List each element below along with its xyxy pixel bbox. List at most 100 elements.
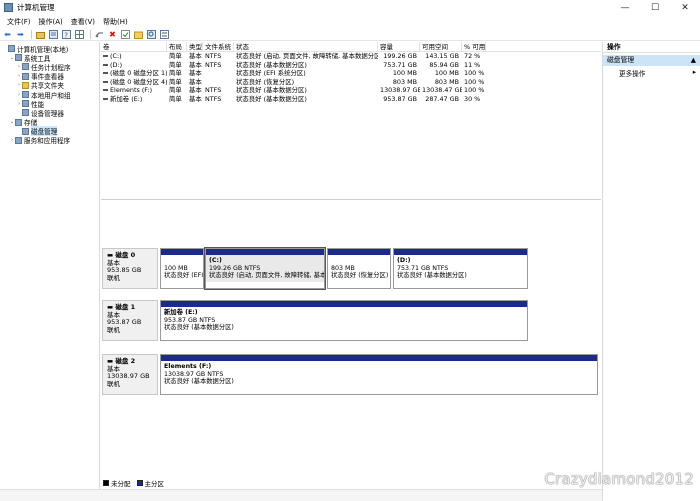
more-actions-label: 更多操作 [619, 70, 646, 78]
disk-label[interactable]: ▬ 磁盘 1 基本 953.87 GB 联机 [102, 300, 158, 341]
menu-help[interactable]: 帮助(H) [99, 17, 132, 27]
table-row[interactable]: (D:) 简单 基本 NTFS 状态良好 (基本数据分区) 753.71 GB 85.94 … [101, 61, 601, 70]
partition[interactable]: 803 MB 状态良好 (恢复分区) [327, 248, 391, 289]
cell-layout: 简单 [169, 69, 182, 78]
list-icon[interactable] [159, 29, 170, 40]
cell-volume: (磁盘 0 磁盘分区 4) [101, 78, 167, 87]
search-icon[interactable] [146, 29, 157, 40]
disk-name: 磁盘 1 [115, 303, 136, 311]
partition[interactable]: Elements (F:) 13038.97 GB NTFS 状态良好 (基本数… [160, 354, 598, 395]
svg-text:?: ? [64, 31, 68, 39]
disk-name: 磁盘 0 [115, 251, 136, 259]
column-header-capacity[interactable]: 容量 [378, 42, 420, 51]
cell-type: 基本 [189, 60, 202, 69]
check-icon[interactable] [120, 29, 131, 40]
actions-section-label: 磁盘管理 [607, 56, 635, 64]
disk-label[interactable]: ▬ 磁盘 0 基本 953.85 GB 联机 [102, 248, 158, 289]
cell-percent-free: 100 % [464, 69, 485, 78]
table-row[interactable]: 新加卷 (E:) 简单 基本 NTFS 状态良好 (基本数据分区) 953.87 GB 28… [101, 95, 601, 104]
event-icon [22, 72, 29, 80]
column-header-percent-free[interactable]: % 可用 [462, 42, 486, 51]
column-header-type[interactable]: 类型 [187, 42, 203, 51]
table-body: (C:) 简单 基本 NTFS 状态良好 (启动, 页面文件, 故障转储, 基本数据分区… [101, 52, 601, 104]
cell-percent-free: 100 % [464, 77, 485, 86]
volume-icon [103, 89, 108, 92]
computer-icon [8, 45, 15, 53]
folder-icon[interactable] [133, 29, 144, 40]
maximize-button[interactable]: ☐ [640, 0, 670, 15]
partition-status: 状态良好 (恢复分区) [331, 272, 389, 280]
tree-item[interactable]: 设备管理器 [0, 108, 99, 118]
toolbar: ⬅ ➡ ? ✖ [0, 28, 700, 41]
cell-status: 状态良好 (基本数据分区) [236, 86, 307, 95]
legend-swatch-unallocated [103, 479, 109, 486]
cell-type: 基本 [189, 52, 202, 60]
cell-type: 基本 [189, 69, 202, 78]
cell-percent-free: 11 % [464, 60, 481, 69]
back-arrow-icon[interactable]: ⬅ [2, 29, 13, 40]
partition-title [164, 257, 200, 265]
partition[interactable]: 100 MB 状态良好 (EFI [160, 248, 204, 289]
partition[interactable]: (D:) 753.71 GB NTFS 状态良好 (基本数据分区) [393, 248, 528, 289]
cell-capacity: 953.87 GB [383, 94, 417, 103]
collapse-arrow-icon[interactable]: ▲ [691, 56, 696, 65]
submenu-arrow-icon: ▸ [692, 68, 696, 76]
close-button[interactable]: ✕ [670, 0, 700, 15]
forward-arrow-icon[interactable]: ➡ [15, 29, 26, 40]
menu-view[interactable]: 查看(V) [67, 17, 99, 27]
cell-status: 状态良好 (恢复分区) [236, 77, 295, 86]
volume-name: Elements (F:) [110, 86, 153, 95]
cell-capacity: 199.26 GB [383, 52, 417, 60]
table-row[interactable]: (磁盘 0 磁盘分区 4) 简单 基本 状态良好 (恢复分区) 803 MB 803 MB… [101, 78, 601, 87]
more-actions-item[interactable]: 更多操作 ▸ [603, 66, 700, 80]
up-folder-icon[interactable] [35, 29, 46, 40]
users-icon [22, 91, 29, 99]
help-icon[interactable]: ? [61, 29, 72, 40]
properties-icon[interactable] [48, 29, 59, 40]
partition-status: 状态良好 (EFI [164, 272, 204, 280]
actions-section-disk-management[interactable]: 磁盘管理 ▲ [603, 55, 700, 66]
navigation-tree: 计算机管理(本地) ⌄ 系统工具 › 任务计划程序 › 事件查看器 › 共享文件夹 › 本地用户和组… [0, 42, 100, 501]
column-header-volume[interactable]: 卷 [101, 42, 167, 51]
tree-item[interactable]: › 服务和应用程序 [0, 136, 99, 145]
services-icon [15, 136, 22, 144]
window-controls: — ☐ ✕ [610, 0, 700, 15]
table-row[interactable]: Elements (F:) 简单 基本 NTFS 状态良好 (基本数据分区) 13038.… [101, 86, 601, 95]
column-header-free-space[interactable]: 可用空间 [420, 42, 462, 51]
cell-free-space: 85.94 GB [429, 60, 459, 69]
partition-title: Elements (F:) [164, 363, 212, 370]
volume-icon [103, 55, 108, 57]
cell-layout: 简单 [169, 52, 182, 60]
menu-file[interactable]: 文件(F) [3, 17, 35, 27]
computer-management-icon [4, 3, 13, 12]
delete-icon[interactable]: ✖ [107, 29, 118, 40]
cell-type: 基本 [189, 86, 202, 95]
column-header-layout[interactable]: 布局 [167, 42, 187, 51]
menu-action[interactable]: 操作(A) [35, 17, 67, 27]
partition-status: 状态良好 (基本数据分区) [397, 272, 467, 280]
cell-volume: 新加卷 (E:) [101, 95, 167, 104]
tools-icon [15, 54, 22, 62]
tree-item[interactable]: › 本地用户和组 [0, 90, 99, 100]
grid-icon[interactable] [74, 29, 85, 40]
minimize-button[interactable]: — [610, 0, 640, 15]
cell-filesystem: NTFS [205, 52, 222, 60]
disk-label[interactable]: ▬ 磁盘 2 基本 13038.97 GB 联机 [102, 354, 158, 395]
column-header-status[interactable]: 状态 [234, 42, 378, 51]
volume-name: 新加卷 (E:) [110, 94, 143, 103]
cell-volume: (D:) [101, 61, 167, 70]
table-row[interactable]: (磁盘 0 磁盘分区 1) 简单 基本 状态良好 (EFI 系统分区) 100 MB 10… [101, 69, 601, 78]
partition-selected[interactable]: (C:) 199.26 GB NTFS 状态良好 (启动, 页面文件, 故障转储… [204, 247, 326, 290]
storage-icon [15, 118, 22, 126]
actions-pane: 操作 磁盘管理 ▲ 更多操作 ▸ [602, 42, 700, 501]
perf-icon [22, 100, 29, 108]
partition-status: 状态良好 (基本数据分区) [164, 378, 234, 386]
partition-title [331, 257, 387, 265]
partition[interactable]: 新加卷 (E:) 953.87 GB NTFS 状态良好 (基本数据分区) [160, 300, 528, 341]
table-row[interactable]: (C:) 简单 基本 NTFS 状态良好 (启动, 页面文件, 故障转储, 基本数据分区… [101, 52, 601, 61]
connect-icon[interactable] [94, 29, 105, 40]
cell-volume: Elements (F:) [101, 86, 167, 95]
cell-layout: 简单 [169, 77, 182, 86]
column-header-filesystem[interactable]: 文件系统 [203, 42, 234, 51]
volume-name: (D:) [110, 60, 123, 69]
